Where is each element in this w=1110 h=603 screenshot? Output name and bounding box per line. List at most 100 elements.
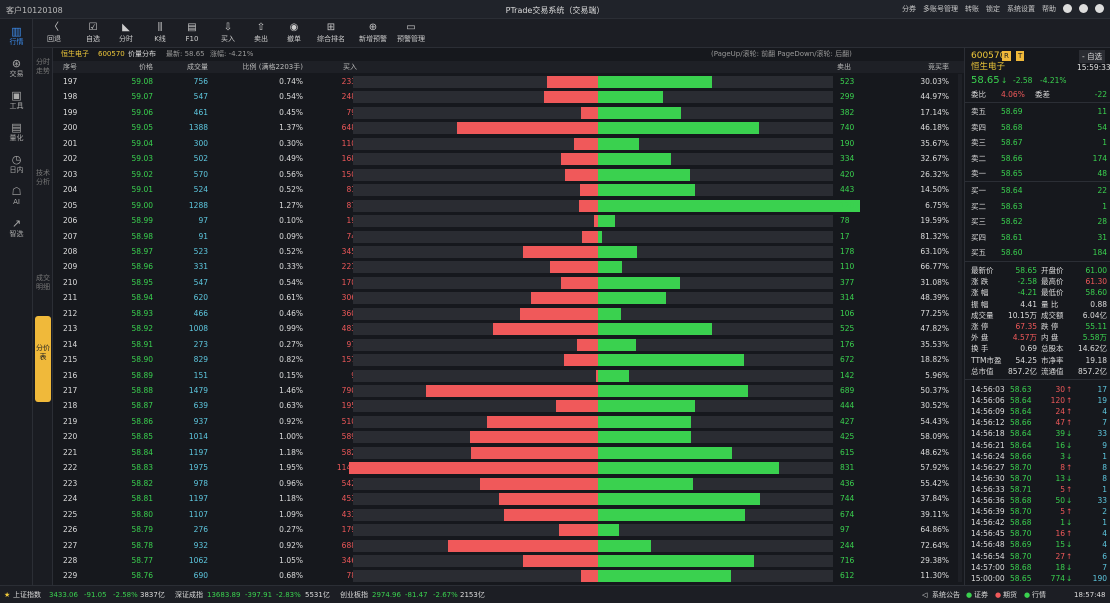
table-row[interactable]: 227 58.78 932 0.92% 688 244 72.64% [53, 538, 964, 554]
col-volume[interactable]: 成交量 [168, 61, 208, 73]
title-menu-item[interactable]: 帮助 [1042, 4, 1056, 14]
table-row[interactable]: 201 59.04 300 0.30% 110 190 35.67% [53, 136, 964, 152]
ask-row: 卖三 58.67 1 [965, 136, 1110, 149]
table-row[interactable]: 216 58.89 151 0.15% 9 142 5.96% [53, 368, 964, 384]
bid-price: 58.61 [1001, 232, 1023, 242]
row-buy: 179 [341, 525, 356, 535]
nav-item-6[interactable]: ↗ 智选 [0, 215, 33, 243]
col-buy[interactable]: 买入 [343, 61, 357, 73]
nav-item-1[interactable]: ⊛ 交易 [0, 55, 33, 83]
sell-volume-bar [598, 168, 690, 181]
toolbar-button-10[interactable]: ▭ 预警管理 [394, 21, 428, 47]
table-row[interactable]: 223 58.82 978 0.96% 542 436 55.42% [53, 476, 964, 492]
table-row[interactable]: 205 59.00 1288 1.27% 87 1201 6.75% [53, 198, 964, 214]
nav-item-5[interactable]: ☖ AI [0, 183, 33, 211]
toolbar-button-3[interactable]: ⫼ K线 [143, 21, 177, 47]
row-sell: 190 [840, 138, 855, 148]
toolbar-button-9[interactable]: ⊕ 新增预警 [356, 21, 390, 47]
timeshare-icon: ◣ [122, 22, 130, 33]
table-row[interactable]: 207 58.98 91 0.09% 74 17 81.32% [53, 229, 964, 245]
table-row[interactable]: 197 59.08 756 0.74% 233 523 30.03% [53, 74, 964, 90]
col-sell[interactable]: 卖出 [837, 61, 851, 73]
bid-price: 58.64 [1001, 186, 1023, 195]
col-seq[interactable]: 序号 [63, 61, 77, 73]
title-menu-item[interactable]: 系统设置 [1007, 4, 1035, 14]
row-sell: 299 [840, 92, 855, 102]
table-row[interactable]: 221 58.84 1197 1.18% 582 615 48.62% [53, 445, 964, 461]
table-row[interactable]: 225 58.80 1107 1.09% 433 674 39.11% [53, 507, 964, 523]
table-row[interactable]: 222 58.83 1975 1.95% 1144 831 57.92% [53, 460, 964, 476]
side-tab-2[interactable]: 成交明细 [35, 270, 51, 310]
toolbar-button-4[interactable]: ▤ F10 [175, 21, 209, 47]
trend-icon: ↗ [11, 217, 22, 230]
table-row[interactable]: 211 58.94 620 0.61% 306 314 48.39% [53, 290, 964, 306]
toolbar-button-2[interactable]: ◣ 分时 [109, 21, 143, 47]
table-row[interactable]: 226 58.79 276 0.27% 179 97 64.86% [53, 522, 964, 538]
row-buy: 483 [341, 324, 356, 334]
toolbar-label: 回退 [47, 35, 61, 43]
toolbar-button-0[interactable]: 〈回退 [37, 21, 71, 47]
close-button[interactable] [1095, 4, 1104, 13]
table-row[interactable]: 217 58.88 1479 1.46% 790 689 50.37% [53, 383, 964, 399]
toolbar-button-5[interactable]: ⇩ 买入 [211, 21, 245, 47]
table-row[interactable]: 209 58.96 331 0.33% 221 110 66.77% [53, 259, 964, 275]
title-menu-item[interactable]: 锁定 [986, 4, 1000, 14]
table-row[interactable]: 206 58.99 97 0.10% 19 78 19.59% [53, 213, 964, 229]
table-row[interactable]: 210 58.95 547 0.54% 170 377 31.08% [53, 275, 964, 291]
nav-item-0[interactable]: ▥ 行情 [0, 23, 33, 51]
table-row[interactable]: 200 59.05 1388 1.37% 648 740 46.18% [53, 120, 964, 136]
toolbar-button-1[interactable]: ☑ 自选 [76, 21, 110, 47]
notice-label[interactable]: 系统公告 [932, 586, 960, 603]
table-row[interactable]: 214 58.91 273 0.27% 97 176 35.53% [53, 337, 964, 353]
tag-market[interactable]: 行情 [1032, 586, 1046, 603]
table-row[interactable]: 224 58.81 1197 1.18% 453 744 37.84% [53, 491, 964, 507]
col-bid-rate[interactable]: 竞买率 [903, 61, 949, 73]
table-row[interactable]: 219 58.86 937 0.92% 510 427 54.43% [53, 414, 964, 430]
table-row[interactable]: 203 59.02 570 0.56% 150 420 26.32% [53, 167, 964, 183]
row-sell: 740 [840, 123, 855, 133]
table-row[interactable]: 220 58.85 1014 1.00% 589 425 58.09% [53, 429, 964, 445]
table-row[interactable]: 218 58.87 639 0.63% 195 444 30.52% [53, 398, 964, 414]
table-row[interactable]: 213 58.92 1008 0.99% 483 525 47.82% [53, 321, 964, 337]
col-price[interactable]: 价格 [113, 61, 153, 73]
ask-label: 卖五 [971, 107, 986, 116]
table-row[interactable]: 198 59.07 547 0.54% 248 299 44.97% [53, 89, 964, 105]
table-row[interactable]: 208 58.97 523 0.52% 345 178 63.10% [53, 244, 964, 260]
side-tab-1[interactable]: 技术分析 [35, 165, 51, 225]
row-ratio: 0.96% [279, 478, 303, 488]
table-row[interactable]: 204 59.01 524 0.52% 81 443 14.50% [53, 182, 964, 198]
title-menu-item[interactable]: 分券 [902, 4, 916, 14]
table-row[interactable]: 215 58.90 829 0.82% 157 672 18.82% [53, 352, 964, 368]
scrollbar[interactable] [958, 74, 962, 582]
table-row[interactable]: 202 59.03 502 0.49% 168 334 32.67% [53, 151, 964, 167]
row-volume: 1197 [188, 494, 208, 504]
nav-item-2[interactable]: ▣ 工具 [0, 87, 33, 115]
toolbar-button-7[interactable]: ◉ 撤单 [277, 21, 311, 47]
tag-futures[interactable]: 期货 [1003, 586, 1017, 603]
table-row[interactable]: 228 58.77 1062 1.05% 346 716 29.38% [53, 553, 964, 569]
ask-volume: 48 [1097, 169, 1107, 178]
cy-amount: 2153亿 [460, 591, 485, 599]
tag-securities[interactable]: 证券 [974, 586, 988, 603]
side-tab-3[interactable]: 分价表 [35, 316, 51, 402]
nav-item-3[interactable]: ▤ 量化 [0, 119, 33, 147]
row-ratio: 0.63% [279, 401, 303, 411]
table-row[interactable]: 212 58.93 466 0.46% 360 106 77.25% [53, 306, 964, 322]
table-row[interactable]: 229 58.76 690 0.68% 78 612 11.30% [53, 568, 964, 584]
maximize-button[interactable] [1079, 4, 1088, 13]
title-menu-item[interactable]: 多账号管理 [923, 4, 958, 14]
title-menu-item[interactable]: 转账 [965, 4, 979, 14]
row-seq: 206 [63, 216, 78, 226]
sz-value: 13683.89 [207, 591, 241, 599]
row-bid-rate: 55.42% [920, 478, 949, 488]
col-ratio[interactable]: 比例 (满格2203手) [233, 61, 303, 73]
row-seq: 212 [63, 308, 78, 318]
row-sell: 672 [840, 355, 855, 365]
toolbar-button-8[interactable]: ⊞ 综合排名 [314, 21, 348, 47]
toolbar-button-6[interactable]: ⇧ 卖出 [244, 21, 278, 47]
minimize-button[interactable] [1063, 4, 1072, 13]
table-row[interactable]: 199 59.06 461 0.45% 79 382 17.14% [53, 105, 964, 121]
nav-item-4[interactable]: ◷ 日内 [0, 151, 33, 179]
side-tab-0[interactable]: 分时走势 [35, 54, 51, 114]
sh-chg: -91.05 [84, 591, 107, 599]
